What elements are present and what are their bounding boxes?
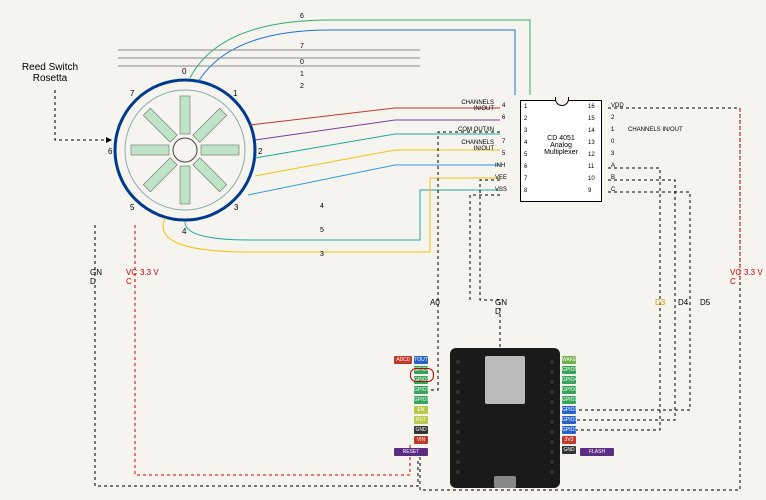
mux-side-left-mid: CHANNELSIN/OUT bbox=[450, 140, 494, 152]
mux-l8: VSS bbox=[495, 187, 507, 193]
net-vcc-right: VCC bbox=[730, 268, 741, 286]
mux-pin-11: 11 bbox=[588, 164, 594, 170]
net-33v-right: 3.3 V bbox=[744, 268, 763, 277]
svg-text:7: 7 bbox=[130, 89, 135, 98]
mux-r15: 2 bbox=[611, 115, 614, 121]
svg-text:4: 4 bbox=[320, 203, 324, 210]
pad-gpio2: GPIO2 bbox=[562, 396, 576, 404]
pad-rst: RST bbox=[414, 416, 428, 424]
mux-l5: 5 bbox=[502, 151, 505, 157]
pad-gpio0: GPIO0 bbox=[562, 386, 576, 394]
pad-gpio4: GPIO4 bbox=[562, 376, 576, 384]
mux-r12: 3 bbox=[611, 151, 614, 157]
mux-pin-3: 3 bbox=[524, 128, 527, 134]
mux-l3: COM OUT/IN bbox=[458, 127, 494, 133]
net-gnd-mid: GND bbox=[495, 298, 507, 316]
svg-text:2: 2 bbox=[258, 147, 263, 156]
wiring-svg: 6 7 0 1 2 4 5 3 0 1 2 3 4 5 6 7 bbox=[0, 0, 766, 500]
mux-pin-9: 9 bbox=[588, 188, 591, 194]
net-d3: D3 bbox=[655, 298, 665, 307]
svg-text:4: 4 bbox=[182, 227, 187, 236]
svg-text:6: 6 bbox=[108, 147, 113, 156]
net-d5: D5 bbox=[700, 298, 710, 307]
net-d4: D4 bbox=[678, 298, 688, 307]
pad-flash: FLASH bbox=[580, 448, 614, 456]
pad-gnd-l: GND bbox=[414, 426, 428, 434]
pad-adc0: ADC0 bbox=[394, 356, 412, 364]
mux-pin-13: 13 bbox=[588, 140, 595, 146]
mux-pin-14: 14 bbox=[588, 128, 595, 134]
pad-gpio13: GPIO13 bbox=[414, 396, 428, 404]
pad-tout: TOUT bbox=[414, 356, 428, 364]
net-vcc-left: VCC bbox=[126, 268, 137, 286]
net-gnd-left: GND bbox=[90, 268, 102, 286]
svg-text:5: 5 bbox=[320, 227, 324, 234]
mux-pin-6: 6 bbox=[524, 164, 527, 170]
mux-pin-4: 4 bbox=[524, 140, 527, 146]
pad-vin: VIN bbox=[414, 436, 428, 444]
pad-en: EN bbox=[414, 406, 428, 414]
mux-pin-7: 7 bbox=[524, 176, 527, 182]
mux-pin-1: 1 bbox=[524, 104, 527, 110]
pad-gpio12: GPIO12 bbox=[414, 386, 428, 394]
mux-r10: B bbox=[611, 175, 615, 181]
svg-text:0: 0 bbox=[300, 59, 304, 66]
mux-r16: VDD bbox=[611, 103, 624, 109]
svg-text:6: 6 bbox=[300, 13, 304, 20]
board-holes bbox=[450, 348, 560, 488]
svg-text:3: 3 bbox=[234, 203, 239, 212]
mux-l4: 7 bbox=[502, 139, 505, 145]
mux-l2: 6 bbox=[502, 115, 505, 121]
mux-pin-2: 2 bbox=[524, 116, 527, 122]
svg-text:0: 0 bbox=[182, 67, 187, 76]
pad-wake: WAKE bbox=[562, 356, 576, 364]
mux-l6: INH bbox=[495, 163, 505, 169]
mux-side-left-top: CHANNELSIN/OUT bbox=[450, 100, 494, 112]
pad-reset: RESET bbox=[394, 448, 428, 456]
pad-3v3: 3V3 bbox=[562, 436, 576, 444]
pad-gpio3: GPIO3 bbox=[562, 416, 576, 424]
net-a0: A0 bbox=[430, 298, 440, 307]
mux-pin-16: 16 bbox=[588, 104, 595, 110]
pad-gpio15: GPIO15 bbox=[562, 406, 576, 414]
nodemcu-board bbox=[450, 348, 560, 488]
mux-pin-8: 8 bbox=[524, 188, 527, 194]
mux-l7: VEE bbox=[495, 175, 507, 181]
mux-r13: 0 bbox=[611, 139, 614, 145]
pad-gpio1: GPIO1 bbox=[562, 426, 576, 434]
net-33v-left: 3.3 V bbox=[140, 268, 159, 277]
mux-pin-12: 12 bbox=[588, 152, 595, 158]
svg-text:7: 7 bbox=[300, 43, 304, 50]
svg-text:3: 3 bbox=[320, 251, 324, 258]
mux-r11: A bbox=[611, 163, 615, 169]
mux-pin-10: 10 bbox=[588, 176, 595, 182]
pad-gnd-r: GND bbox=[562, 446, 576, 454]
svg-text:2: 2 bbox=[300, 83, 304, 90]
mux-r9: C bbox=[611, 187, 615, 193]
svg-text:5: 5 bbox=[130, 203, 135, 212]
svg-text:1: 1 bbox=[300, 71, 304, 78]
a0-highlight-icon bbox=[410, 368, 434, 382]
mux-pin-5: 5 bbox=[524, 152, 527, 158]
mux-side-right: CHANNELS IN/OUT bbox=[628, 127, 683, 133]
pad-gpio5: GPIO5 bbox=[562, 366, 576, 374]
mux-r14: 1 bbox=[611, 127, 614, 133]
svg-text:1: 1 bbox=[233, 89, 238, 98]
mux-pin-15: 15 bbox=[588, 116, 595, 122]
rosetta-label: Reed SwitchRosetta bbox=[10, 62, 90, 84]
mux-l1: 4 bbox=[502, 103, 505, 109]
